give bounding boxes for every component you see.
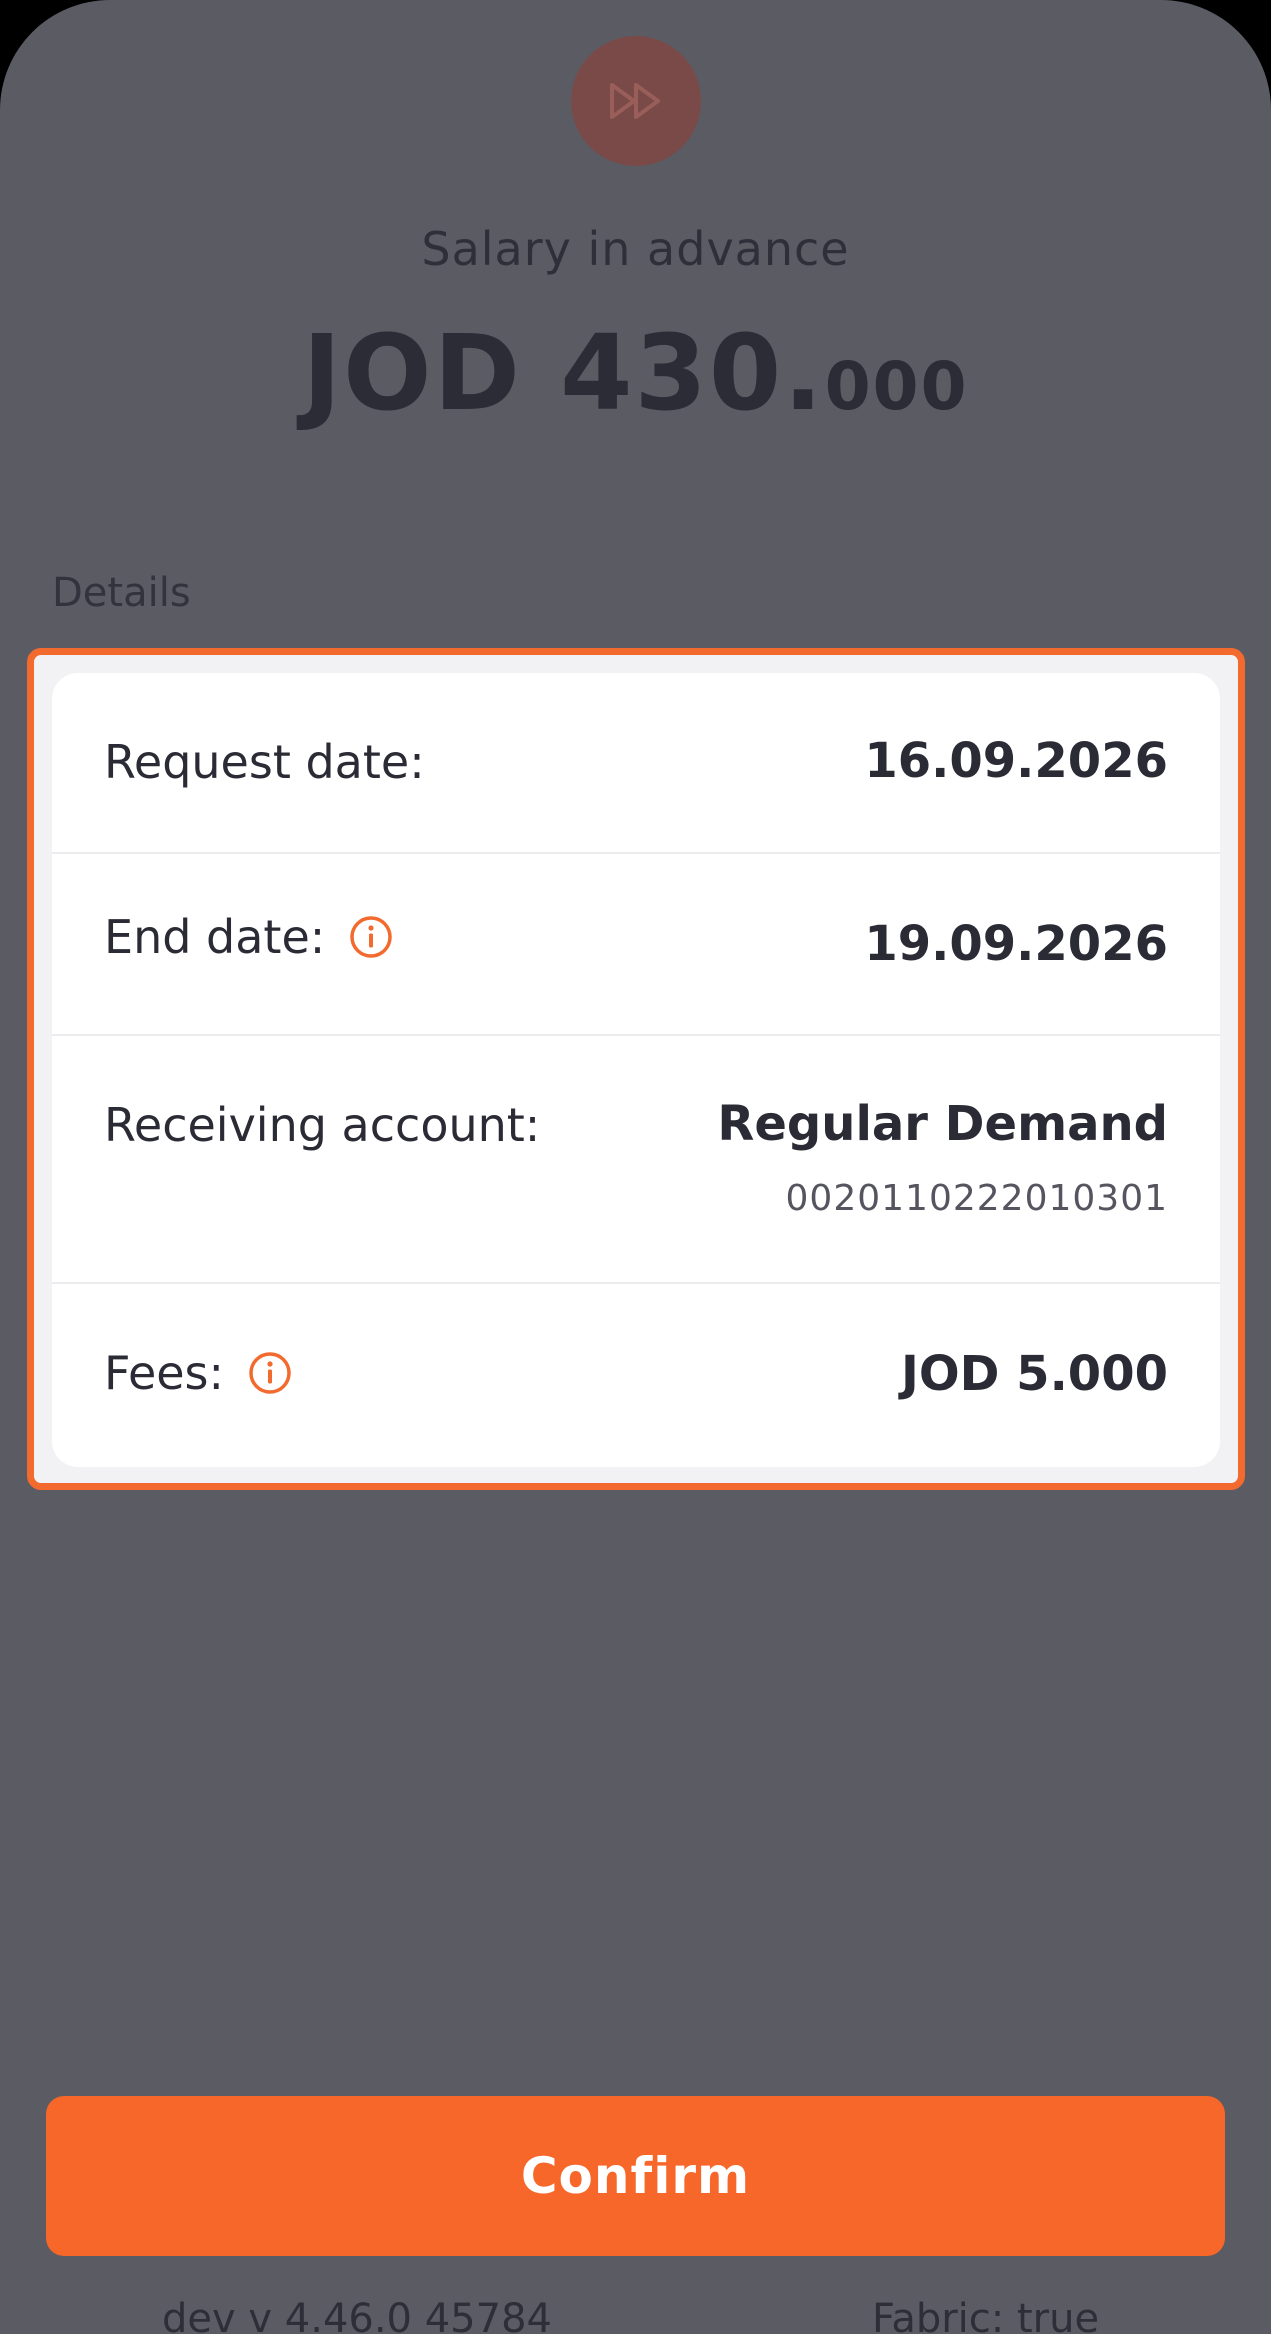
receiving-account-label: Receiving account: <box>104 1098 541 1152</box>
end-date-label-group: End date: <box>104 910 393 964</box>
request-date-row: Request date: 16.09.2026 <box>52 673 1220 854</box>
receiving-account-row: Receiving account: Regular Demand 002011… <box>52 1036 1220 1284</box>
version-text: dev v 4.46.0 45784 <box>162 2296 552 2334</box>
end-date-label: End date: <box>104 910 326 964</box>
fees-row: Fees: JOD 5.000 <box>52 1284 1220 1467</box>
details-section-label: Details <box>52 570 191 616</box>
fees-label-group: Fees: <box>104 1346 292 1400</box>
end-date-row: End date: 19.09.2026 <box>52 854 1220 1036</box>
fast-forward-icon <box>571 36 701 166</box>
confirm-button[interactable]: Confirm <box>46 2096 1225 2256</box>
amount-whole: JOD 430. <box>302 312 825 434</box>
salary-advance-screen: Salary in advance JOD 430.000 Details Re… <box>0 0 1271 2334</box>
fees-info-icon[interactable] <box>248 1351 292 1395</box>
fabric-text: Fabric: true <box>872 2296 1100 2334</box>
fees-value: JOD 5.000 <box>900 1346 1168 1402</box>
request-date-value: 16.09.2026 <box>864 733 1168 789</box>
page-title: Salary in advance <box>421 222 850 276</box>
end-date-value: 19.09.2026 <box>864 916 1168 972</box>
end-date-info-icon[interactable] <box>349 915 393 959</box>
request-date-label: Request date: <box>104 735 425 789</box>
amount-decimal: 000 <box>824 348 969 425</box>
receiving-account-number: 0020110222010301 <box>785 1178 1168 1219</box>
advance-amount: JOD 430.000 <box>0 312 1271 434</box>
details-card: Request date: 16.09.2026 End date: 19.09… <box>52 673 1220 1467</box>
fees-label: Fees: <box>104 1346 225 1400</box>
receiving-account-name: Regular Demand <box>717 1096 1168 1152</box>
